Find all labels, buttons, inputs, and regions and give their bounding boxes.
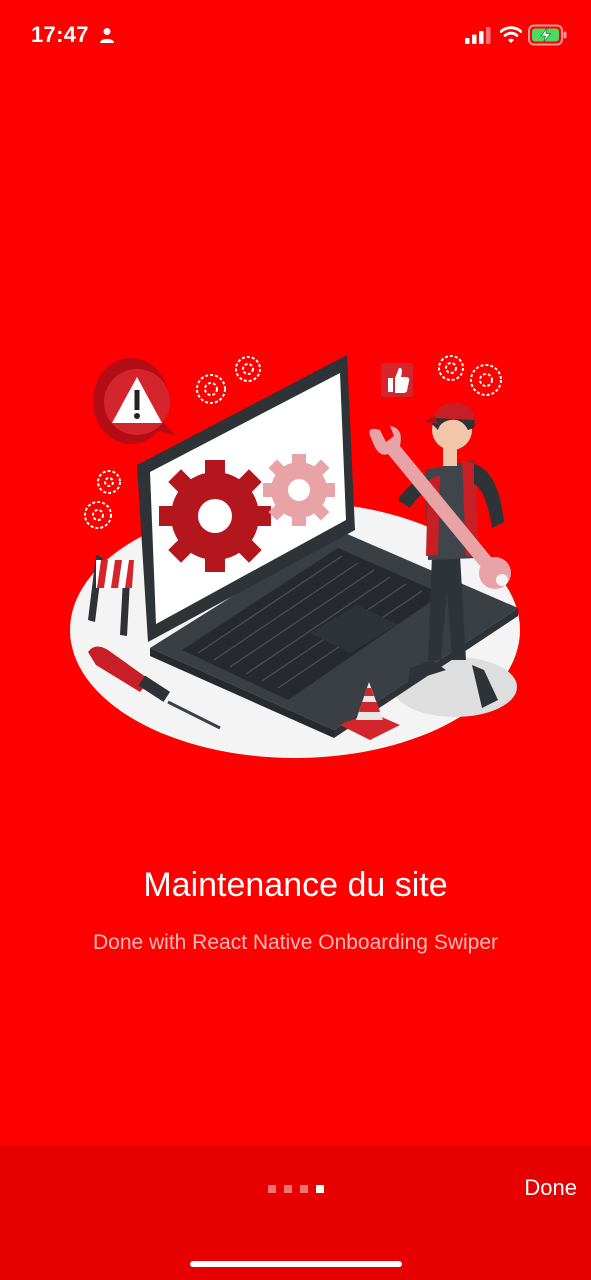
onboarding-subtitle: Done with React Native Onboarding Swiper	[92, 931, 499, 954]
home-indicator[interactable]	[190, 1261, 402, 1267]
onboarding-footer: Done	[0, 1145, 591, 1280]
pagination-dots	[268, 1185, 324, 1193]
warning-icon	[93, 358, 176, 444]
pagination-dot-active[interactable]	[316, 1185, 324, 1193]
status-bar: 17:47	[0, 0, 591, 70]
pagination-dot[interactable]	[300, 1185, 308, 1193]
pagination-dot[interactable]	[268, 1185, 276, 1193]
thumbs-up-icon	[381, 363, 413, 397]
wifi-icon	[500, 26, 522, 43]
status-time: 17:47	[31, 22, 89, 47]
onboarding-title: Maintenance du site	[143, 866, 448, 904]
pagination-dot[interactable]	[284, 1185, 292, 1193]
gear-icon	[263, 454, 335, 526]
person-icon	[100, 28, 114, 43]
gear-icon	[159, 460, 271, 572]
done-button[interactable]: Done	[524, 1175, 577, 1201]
signal-icon	[465, 27, 491, 44]
battery-charging-icon	[528, 24, 567, 46]
maintenance-laptop-illustration	[70, 355, 520, 758]
